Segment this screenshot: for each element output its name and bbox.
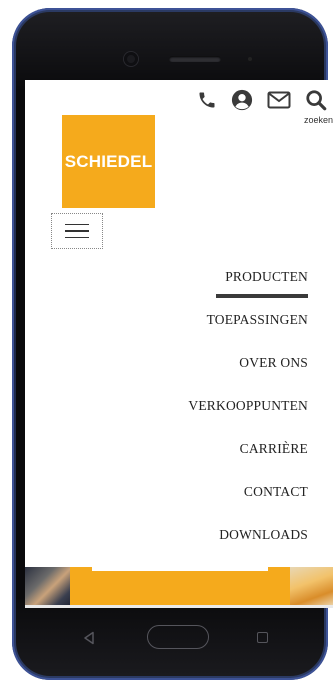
- nav-item-toepassingen[interactable]: TOEPASSINGEN: [88, 298, 308, 341]
- nav-item-contact[interactable]: CONTACT: [88, 470, 308, 513]
- banner-panel: [70, 567, 290, 608]
- logo-text: SCHIEDEL: [64, 151, 153, 171]
- hero-banner: [25, 567, 333, 608]
- front-camera: [124, 52, 138, 66]
- proximity-sensor: [248, 57, 252, 61]
- nav-item-downloads[interactable]: DOWNLOADS: [88, 513, 308, 556]
- recent-apps-icon[interactable]: [257, 632, 268, 643]
- home-icon[interactable]: [147, 625, 209, 649]
- banner-image-right: [290, 567, 333, 608]
- mail-icon[interactable]: [267, 90, 291, 110]
- earpiece-speaker: [169, 56, 221, 62]
- user-icon[interactable]: [231, 89, 253, 111]
- scrollbar-track: [25, 605, 333, 608]
- nav-item-verkooppunten[interactable]: VERKOOPPUNTEN: [88, 384, 308, 427]
- banner-image-left: [25, 567, 70, 608]
- schiedel-logo[interactable]: SCHIEDEL: [62, 115, 155, 208]
- header-icons: zoeken: [197, 88, 333, 125]
- hamburger-menu-button[interactable]: [51, 213, 103, 249]
- main-navigation: PRODUCTEN TOEPASSINGEN OVER ONS VERKOOPP…: [88, 255, 308, 556]
- nav-item-carriere[interactable]: CARRIÈRE: [88, 427, 308, 470]
- search-label[interactable]: zoeken: [304, 115, 333, 125]
- hamburger-menu-icon: [65, 223, 89, 226]
- search-icon: [306, 90, 327, 111]
- nav-item-producten[interactable]: PRODUCTEN: [88, 255, 308, 298]
- phone-icon[interactable]: [197, 90, 217, 110]
- screen: zoeken SCHIEDEL PRODUCTEN TOEPASSINGEN O…: [25, 80, 333, 608]
- navigation-bar: [25, 614, 309, 664]
- nav-item-over-ons[interactable]: OVER ONS: [88, 341, 308, 384]
- search-button[interactable]: zoeken: [304, 89, 333, 125]
- back-icon[interactable]: [83, 631, 95, 650]
